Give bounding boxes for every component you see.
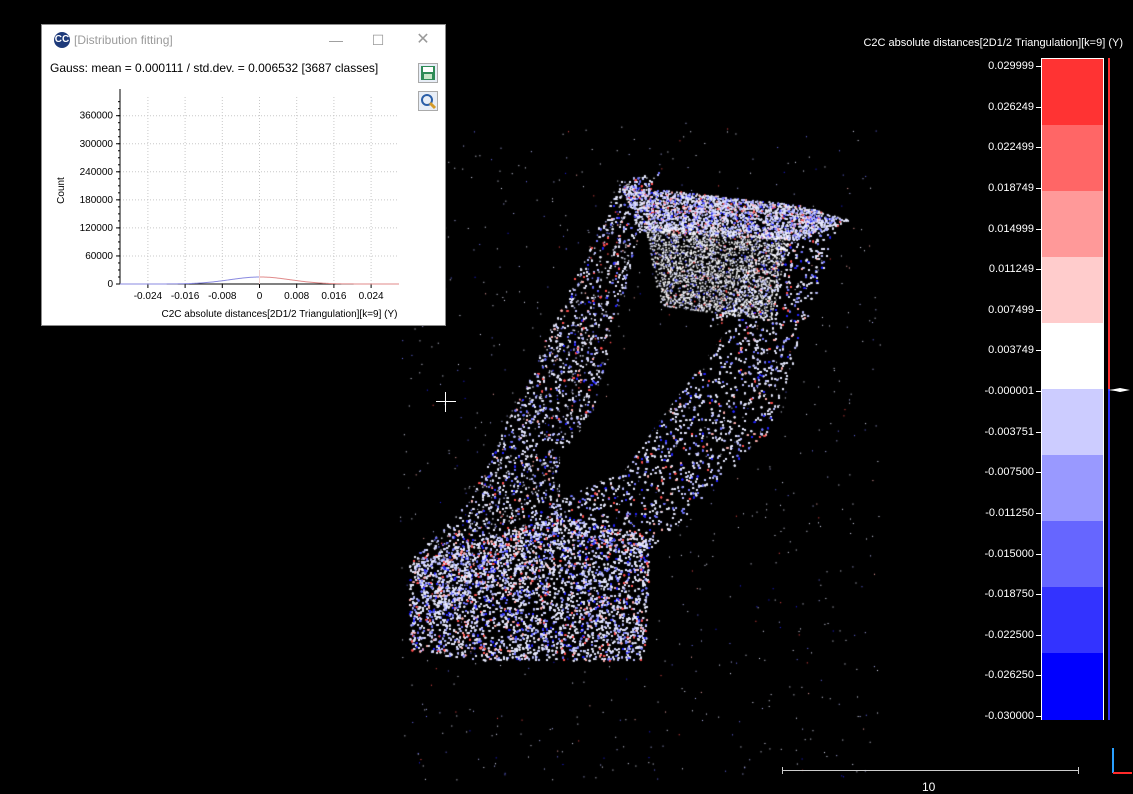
color-scale-label: 0.022499 bbox=[988, 141, 1034, 154]
color-scale-label: -0.000001 bbox=[984, 385, 1034, 397]
color-scale-label: -0.022500 bbox=[984, 628, 1034, 641]
y-tick-label: 0 bbox=[107, 279, 113, 290]
color-scale-tick bbox=[1036, 431, 1041, 433]
color-scale-segment bbox=[1042, 587, 1103, 654]
color-scale-tick bbox=[1036, 147, 1041, 149]
crosshair-cursor bbox=[436, 392, 456, 412]
x-tick-label: -0.024 bbox=[134, 291, 163, 302]
color-scale-tick bbox=[1036, 187, 1041, 189]
scale-ruler-label: 10 bbox=[922, 780, 936, 794]
color-scale-segment bbox=[1042, 455, 1103, 522]
color-scale-tick bbox=[1036, 228, 1041, 230]
color-scale-tick bbox=[1036, 634, 1041, 636]
color-scale-tick bbox=[1036, 66, 1041, 67]
y-axis-label: Count bbox=[56, 177, 67, 204]
color-scale-label: 0.007499 bbox=[988, 303, 1034, 316]
color-scale-tick bbox=[1036, 106, 1041, 108]
color-scale-segment bbox=[1042, 323, 1103, 390]
x-axis-label: C2C absolute distances[2D1/2 Triangulati… bbox=[162, 309, 398, 320]
scale-ruler bbox=[782, 767, 1079, 774]
color-scale-tick bbox=[1036, 512, 1041, 514]
y-tick-label: 240000 bbox=[80, 167, 114, 178]
color-scale-label: 0.029999 bbox=[988, 60, 1034, 72]
color-scale-segment bbox=[1042, 59, 1103, 126]
x-tick-label: -0.016 bbox=[171, 291, 200, 302]
y-tick-label: 360000 bbox=[80, 111, 114, 122]
axis-trihedron-icon bbox=[1112, 748, 1132, 774]
color-scale-label: 0.018749 bbox=[988, 181, 1034, 194]
color-scale-tick bbox=[1036, 472, 1041, 474]
x-tick-label: 0.016 bbox=[321, 291, 346, 302]
color-scale-tick bbox=[1036, 350, 1041, 352]
x-tick-label: 0.008 bbox=[284, 291, 309, 302]
color-scale-label: -0.018750 bbox=[984, 588, 1034, 601]
color-scale-segment bbox=[1042, 191, 1103, 258]
color-scale-label: 0.003749 bbox=[988, 344, 1034, 357]
y-tick-label: 120000 bbox=[80, 223, 114, 234]
x-tick-label: -0.008 bbox=[208, 291, 237, 302]
color-scale-label: -0.015000 bbox=[984, 547, 1034, 560]
x-tick-label: 0 bbox=[257, 291, 263, 302]
color-scale-tick bbox=[1036, 553, 1041, 555]
color-scale-segment bbox=[1042, 257, 1103, 324]
color-scale-segment bbox=[1042, 389, 1103, 456]
color-scale-tick bbox=[1036, 391, 1041, 392]
color-scale-segment bbox=[1042, 125, 1103, 192]
histogram-chart[interactable]: 0 60000 120000 180000 240000 300000 360000 -0.0… bbox=[42, 25, 447, 327]
y-tick-label: 60000 bbox=[85, 251, 113, 262]
color-scale-tick bbox=[1036, 309, 1041, 311]
gauss-fit-curve-left bbox=[120, 276, 260, 285]
y-tick-label: 180000 bbox=[80, 195, 114, 206]
color-scale-segment bbox=[1042, 521, 1103, 588]
color-scale-title: C2C absolute distances[2D1/2 Triangulati… bbox=[863, 37, 1123, 49]
color-scale-label: -0.026250 bbox=[984, 669, 1034, 682]
color-scale-label: 0.026249 bbox=[988, 100, 1034, 113]
x-tick-label: 0.024 bbox=[359, 291, 384, 302]
color-scale-label: 0.014999 bbox=[988, 222, 1034, 235]
color-scale-label: 0.011249 bbox=[988, 263, 1034, 276]
color-scale-label: -0.011250 bbox=[985, 506, 1034, 519]
color-scale-tick bbox=[1036, 675, 1041, 677]
color-scale-label: -0.003751 bbox=[984, 425, 1034, 438]
color-scale-bar bbox=[1041, 58, 1104, 720]
y-tick-label: 300000 bbox=[80, 139, 114, 150]
color-scale-tick bbox=[1036, 269, 1041, 271]
color-scale-label: -0.030000 bbox=[984, 710, 1034, 722]
color-scale-tick bbox=[1036, 594, 1041, 596]
color-scale-tick bbox=[1036, 716, 1041, 717]
color-scale-label: -0.007500 bbox=[984, 466, 1034, 479]
distribution-fitting-dialog[interactable]: CC [Distribution fitting] — ☐ ✕ Gauss: m… bbox=[41, 24, 446, 326]
color-scale-segment bbox=[1042, 653, 1103, 720]
color-scale-peak bbox=[1108, 388, 1130, 392]
gauss-fit-curve-right bbox=[259, 276, 399, 285]
